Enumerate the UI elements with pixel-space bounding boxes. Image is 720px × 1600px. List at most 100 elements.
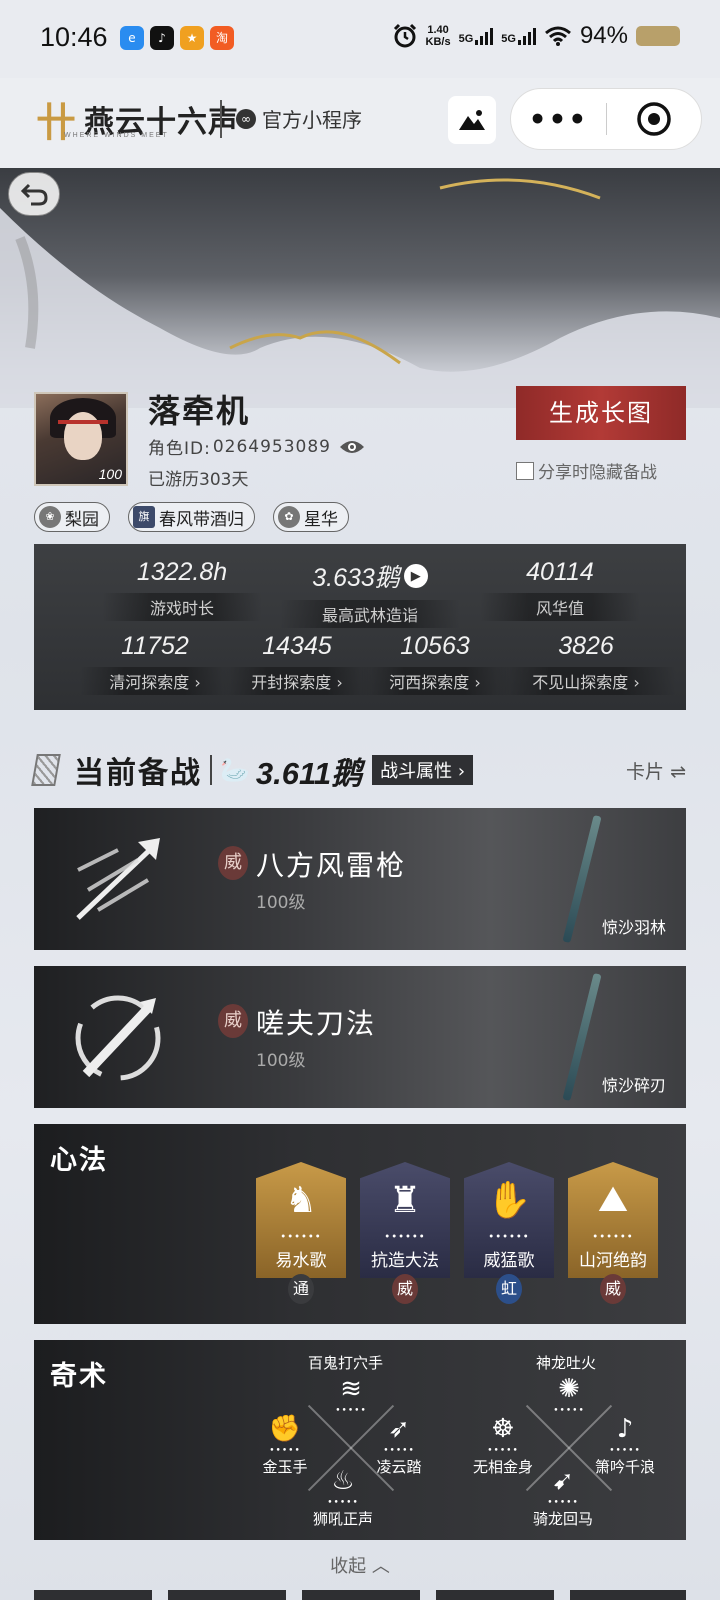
current-battle-header: 当前备战 🦢 3.611鹅 战斗属性 › 卡片 ⇌ [31, 748, 686, 792]
collapse-button[interactable]: 收起 ︿ [0, 1552, 720, 1578]
xinfa-badge: 虹 [496, 1274, 522, 1304]
stat-elegance: 40114 风华值 [480, 558, 640, 621]
next-card-peek [436, 1590, 554, 1600]
star-flower-icon: ✿ [278, 506, 300, 528]
battery-icon [636, 26, 680, 46]
star-dots: ••••• [547, 1498, 579, 1508]
xinfa-badge: 威 [392, 1274, 418, 1304]
signal-bars-icon [475, 27, 494, 45]
target-icon [637, 102, 671, 136]
qishu-skill-name: 骑龙回马 [532, 1510, 593, 1528]
checkbox-box[interactable] [516, 461, 534, 480]
qishu-skill[interactable]: ♨ ••••• 狮吼正声 [298, 1464, 388, 1529]
star-dots: •••••• [384, 1232, 426, 1243]
qishu-group-title: 百鬼打穴手 [308, 1354, 384, 1372]
status-app-icons: e ♪ ★ 淘 [120, 26, 234, 50]
weapon-level: 100级 [256, 1051, 306, 1071]
spear-image [562, 814, 602, 944]
play-arrow-icon[interactable]: ▶ [403, 564, 428, 588]
mini-program-icon: ∞ [236, 108, 256, 129]
alarm-icon [393, 23, 416, 48]
star-dots: ••••• [383, 1446, 415, 1456]
status-indicators: 1.40 KB/s 5G 5G 94% [392, 22, 680, 50]
qishu-panel: 奇术 百鬼打穴手 神龙吐火 ≋ ••••• ✊ ••••• 金玉手 ➶ ••••… [34, 1340, 686, 1540]
stat-qinghe-explore[interactable]: 11752 清河探索度 › [80, 632, 230, 695]
signal-bars-icon [517, 27, 536, 45]
xinfa-item[interactable]: ♜ •••••• 抗造大法 威 [360, 1162, 450, 1304]
lightning-icon: ≋ [340, 1374, 362, 1404]
spear-skill-icon [76, 838, 160, 920]
game-logo: 卄 燕云十六声 [36, 90, 239, 148]
weapon-name: 嗟夫刀法 [256, 1007, 377, 1040]
more-options-button[interactable]: ••• [511, 103, 606, 136]
profile-tags: ❀ 梨园 旗 春风带酒归 ✿ 星华 [34, 502, 349, 532]
header-divider [220, 100, 222, 138]
dragon-fire-icon: ✺ [558, 1374, 580, 1404]
weapon-card[interactable]: 威 嗟夫刀法 100级 惊沙碎刃 [34, 966, 686, 1108]
blade-image [562, 972, 602, 1102]
star-dots: •••••• [280, 1232, 322, 1243]
browser-app-icon: e [120, 26, 144, 50]
xinfa-item[interactable]: ♞ •••••• 易水歌 通 [256, 1162, 346, 1304]
xinfa-item[interactable]: ⛰ •••••• 山河绝韵 威 [568, 1162, 658, 1304]
flute-icon: ♪ [616, 1414, 634, 1444]
official-mini-program-label: ∞ 官方小程序 [236, 104, 362, 133]
back-button[interactable] [8, 172, 60, 216]
xinfa-name: 易水歌 [275, 1251, 327, 1271]
fist-icon: ✊ [268, 1414, 302, 1444]
status-time: 10:46 [40, 22, 108, 52]
close-mini-program-button[interactable] [607, 101, 701, 137]
card-view-toggle[interactable]: 卡片 ⇌ [626, 757, 686, 784]
character-id: 角色ID: 0264953089 [148, 434, 365, 459]
weapon-grade-badge: 威 [218, 846, 248, 880]
image-button[interactable] [448, 96, 496, 144]
stat-kaifeng-explore[interactable]: 14345 开封探索度 › [222, 632, 372, 695]
mountain-icon: ⛰ [597, 1179, 629, 1220]
stat-bujianshan-explore[interactable]: 3826 不见山探索度 › [496, 632, 676, 695]
guild-banner-icon: 旗 [133, 506, 155, 528]
horse-icon: ♞ [284, 1179, 318, 1221]
spear-horse-icon: ➹ [552, 1466, 574, 1496]
stat-highest-skill[interactable]: 3.633鹅 ▶ 最高武林造诣 [280, 558, 460, 628]
star-dots: ••••• [609, 1446, 641, 1456]
pear-garden-icon: ❀ [39, 506, 61, 528]
battery-percent: 94% [579, 22, 628, 49]
xinfa-title: 心法 [50, 1145, 108, 1176]
golden-body-icon: ☸ [491, 1414, 515, 1444]
weapon-skin-name: 惊沙碎刃 [601, 1076, 666, 1095]
qishu-skill-top[interactable]: ✺ ••••• [524, 1372, 614, 1416]
weapon-name: 八方风雷枪 [256, 849, 407, 882]
weapon-level: 100级 [256, 893, 306, 913]
eye-icon[interactable] [339, 439, 365, 455]
logo-subtitle: WHERE WINDS MEET [64, 132, 169, 139]
tag-star-flower[interactable]: ✿ 星华 [273, 502, 349, 532]
roar-icon: ♨ [331, 1466, 355, 1496]
stat-hexi-explore[interactable]: 10563 河西探索度 › [360, 632, 510, 695]
qishu-skill-top[interactable]: ≋ ••••• [306, 1372, 396, 1416]
generate-long-image-button[interactable]: 生成长图 [516, 386, 686, 440]
tag-guild[interactable]: 旗 春风带酒归 [128, 502, 255, 532]
tag-pear-garden[interactable]: ❀ 梨园 [34, 502, 110, 532]
combat-attributes-button[interactable]: 战斗属性 › [372, 755, 474, 785]
battle-score: 3.611鹅 [255, 755, 363, 791]
character-name: 落牵机 [148, 392, 251, 430]
weapon-card[interactable]: 威 八方风雷枪 100级 惊沙羽林 [34, 808, 686, 950]
taobao-app-icon: 淘 [210, 26, 234, 50]
hero-banner [0, 168, 720, 408]
star-dots: •••••• [488, 1232, 530, 1243]
douyin-app-icon: ♪ [150, 26, 174, 50]
xinfa-badge: 威 [600, 1274, 626, 1304]
mountain-image-icon [459, 110, 485, 130]
xinfa-item[interactable]: ✋ •••••• 威猛歌 虹 [464, 1162, 554, 1304]
kick-icon: ➶ [388, 1414, 410, 1444]
hide-battle-checkbox[interactable]: 分享时隐藏备战 [516, 458, 657, 483]
qishu-skill[interactable]: ➹ ••••• 骑龙回马 [518, 1464, 608, 1529]
xinfa-name: 威猛歌 [483, 1251, 535, 1271]
goose-icon: 🦢 [220, 756, 250, 784]
weapon-grade-badge: 威 [218, 1004, 248, 1038]
days-traveled: 已游历303天 [148, 470, 249, 490]
character-avatar[interactable]: 100 [34, 392, 128, 486]
star-dots: ••••• [487, 1446, 519, 1456]
section-flag-icon [31, 754, 61, 786]
xinfa-badge: 通 [288, 1274, 314, 1304]
